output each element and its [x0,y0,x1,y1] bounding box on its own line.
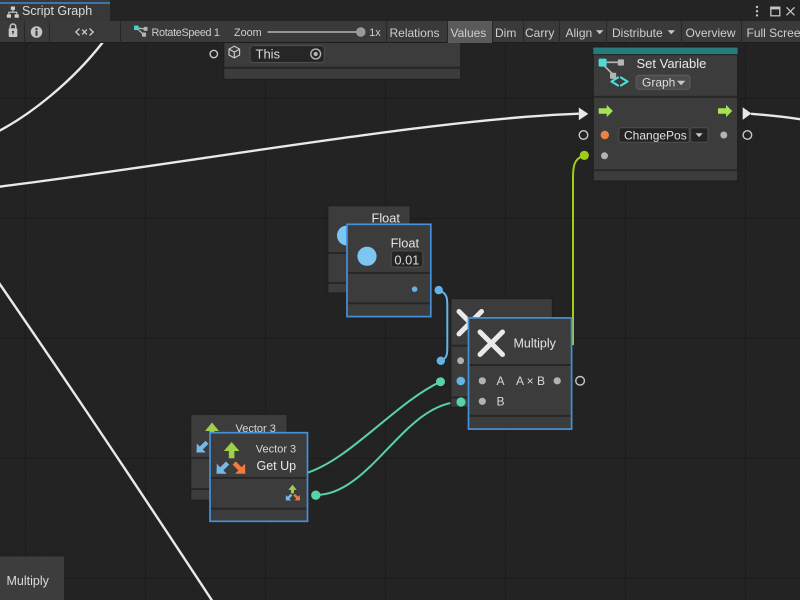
svg-text:Float: Float [391,235,420,250]
svg-text:Float: Float [372,210,401,225]
svg-text:0.01: 0.01 [394,253,419,268]
svg-text:B: B [497,395,505,409]
svg-text:A: A [497,374,505,388]
svg-text:Graph: Graph [642,76,675,90]
svg-text:Vector 3: Vector 3 [256,443,296,455]
svg-text:ChangePos: ChangePos [624,129,687,143]
svg-text:A × B: A × B [516,374,545,388]
svg-text:Set Variable: Set Variable [637,56,707,71]
svg-text:Multiply: Multiply [7,574,50,588]
svg-text:Multiply: Multiply [514,337,557,351]
svg-text:Get Up: Get Up [257,459,297,473]
svg-text:This: This [256,47,281,62]
